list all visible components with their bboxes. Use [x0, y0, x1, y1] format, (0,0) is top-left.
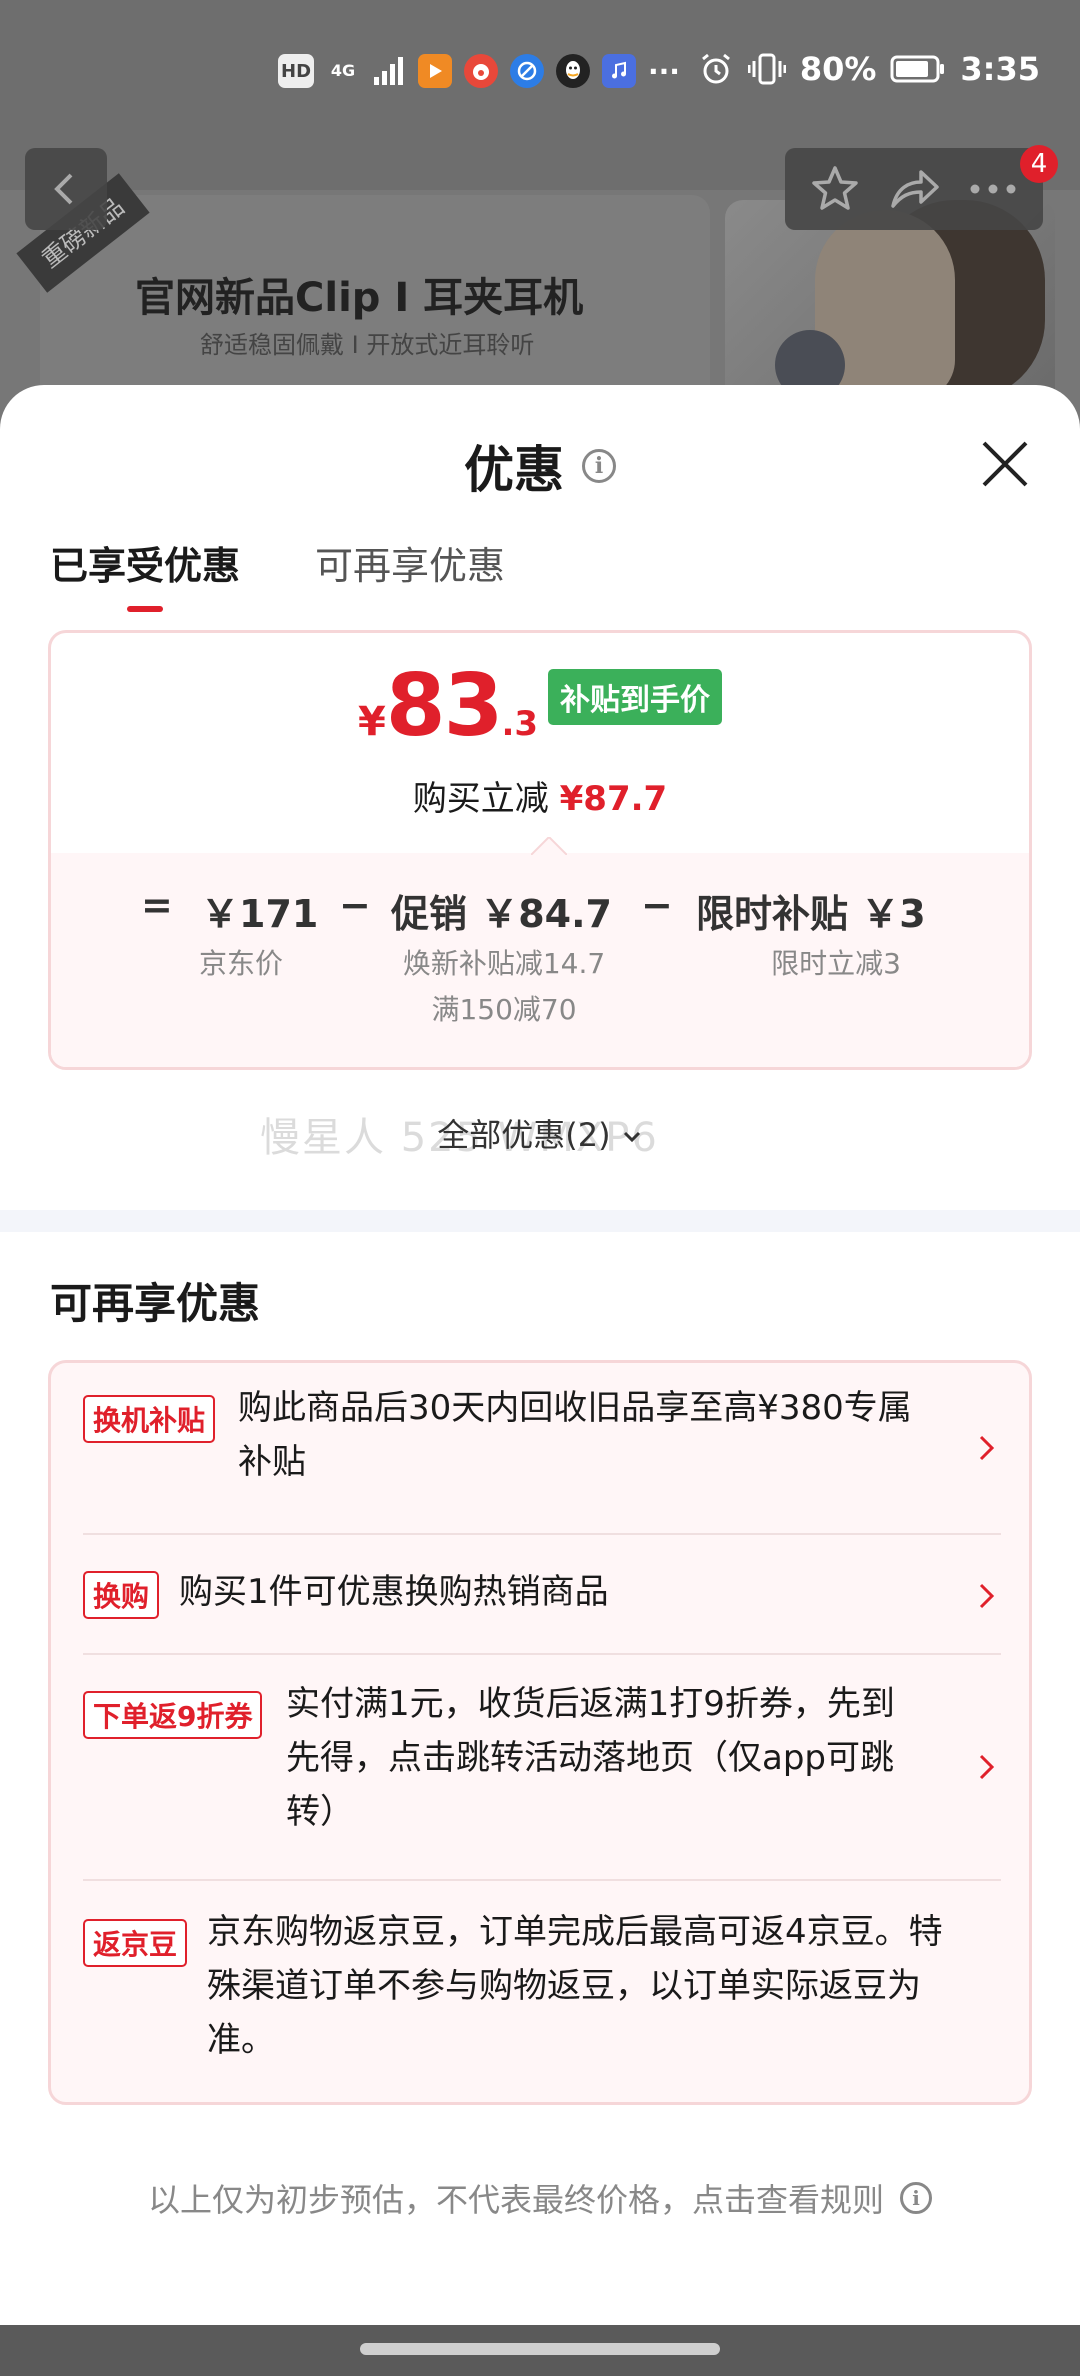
final-price: ¥ 83 .3: [358, 663, 538, 749]
notification-badge: 4: [1020, 145, 1058, 183]
network-indicator: 4G: [326, 54, 360, 88]
share-icon: [891, 170, 939, 208]
status-right-icons: 80% 3:35: [698, 50, 1040, 88]
all-offers-label: 全部优惠(2): [437, 1116, 611, 1154]
offer-tag: 下单返9折券: [83, 1691, 263, 1739]
tab-more-offers[interactable]: 可再享优惠: [315, 535, 505, 612]
offer-text: 实付满1元，收货后返满1打9折券，先到 先得，点击跳转活动落地页（仅app可跳 …: [286, 1677, 946, 1839]
offer-tabs: 已享受优惠 可再享优惠: [50, 535, 505, 612]
all-offers-toggle[interactable]: 全部优惠(2): [0, 1110, 1080, 1156]
price-integer: 83: [385, 656, 504, 756]
back-button[interactable]: [25, 148, 107, 230]
promo-details: 焕新补贴减14.7 满150减70: [369, 941, 639, 1033]
more-offers-heading: 可再享优惠: [50, 1279, 261, 1328]
offer-text-line: 先得，点击跳转活动落地页（仅app可跳: [286, 1738, 894, 1778]
reduction-value: ¥87.7: [559, 779, 668, 819]
banner-product-image: [725, 200, 1055, 410]
music-app-icon: [602, 54, 637, 88]
chevron-right-icon: [979, 1435, 995, 1461]
tab-enjoyed-offers[interactable]: 已享受优惠: [50, 535, 240, 612]
offer-text-line: 转）: [286, 1792, 354, 1832]
equals-sign: =: [141, 883, 173, 927]
qq-app-icon: [556, 54, 591, 88]
chevron-down-icon: [623, 1131, 640, 1143]
more-offers-list: 换机补贴 购此商品后30天内回收旧品享至高¥380专属 补贴 换购 购买1件可优…: [48, 1360, 1032, 2105]
offer-row-exchange[interactable]: 换购 购买1件可优惠换购热销商品: [83, 1535, 1001, 1655]
info-icon[interactable]: i: [582, 449, 616, 483]
price-summary-card: ¥ 83 .3 补贴到手价 购买立减 ¥87.7 = ￥171 京东价 − 促销…: [48, 630, 1032, 1070]
signal-icon: [374, 57, 404, 85]
more-status-icon: ···: [648, 54, 680, 88]
offer-text: 购买1件可优惠换购热销商品: [179, 1565, 919, 1619]
banner-subtitle: 舒适稳固佩戴 I 开放式近耳聆听: [200, 331, 535, 359]
sheet-header: 优惠 i: [0, 430, 1080, 502]
offer-text-line: 准。: [207, 2020, 275, 2060]
offers-sheet: 优惠 i 已享受优惠 可再享优惠 ¥ 83 .3 补贴到手价 购买立减 ¥87.…: [0, 385, 1080, 2325]
instant-reduction: 购买立减 ¥87.7: [51, 771, 1029, 820]
offer-text: 购此商品后30天内回收旧品享至高¥380专属 补贴: [238, 1381, 938, 1489]
offer-text-line: 京东购物返京豆，订单完成后最高可返4京豆。特: [207, 1912, 943, 1952]
clown-app-icon: [464, 54, 499, 88]
promo-detail-subsidy: 焕新补贴减14.7: [402, 947, 606, 980]
offer-row-jingdou: 返京豆 京东购物返京豆，订单完成后最高可返4京豆。特 殊渠道订单不参与购物返豆，…: [83, 1881, 1001, 2101]
system-nav-bar: [0, 2325, 1080, 2376]
price-currency: ¥: [357, 699, 386, 745]
chevron-left-icon: [54, 173, 73, 205]
minus-sign: −: [641, 883, 673, 927]
favorite-button[interactable]: [807, 161, 863, 217]
header-actions: [785, 148, 1043, 230]
offer-row-trade-in[interactable]: 换机补贴 购此商品后30天内回收旧品享至高¥380专属 补贴: [83, 1363, 1001, 1535]
network-label: 4G: [330, 61, 356, 80]
section-divider: [0, 1210, 1080, 1232]
breakdown-caret: [531, 837, 567, 855]
home-indicator[interactable]: [360, 2343, 720, 2355]
limited-subsidy: 限时补贴 ￥3: [696, 892, 926, 936]
offer-text-line: 实付满1元，收货后返满1打9折券，先到: [286, 1684, 895, 1724]
status-bar: HD 4G ··· 80% 3:35: [0, 40, 1080, 110]
offer-tag: 返京豆: [83, 1919, 188, 1967]
vibrate-icon: [747, 53, 786, 85]
promo-amount: 促销 ￥84.7: [391, 892, 612, 936]
jd-price: ￥171: [201, 892, 319, 936]
reduction-label: 购买立减: [412, 779, 549, 819]
more-button[interactable]: [965, 161, 1021, 217]
promo-detail-full-reduction: 满150减70: [431, 993, 577, 1026]
alarm-icon: [701, 53, 730, 84]
more-dots-icon: [970, 184, 1016, 194]
hd-indicator: HD: [278, 54, 315, 88]
offer-text-line: 补贴: [238, 1442, 306, 1482]
final-price-line: ¥ 83 .3 补贴到手价: [51, 663, 1029, 749]
status-left-icons: HD 4G ···: [278, 54, 680, 88]
subsidy-price-tag: 补贴到手价: [548, 669, 723, 725]
final-price-section: ¥ 83 .3 补贴到手价 购买立减 ¥87.7: [51, 633, 1029, 853]
offer-row-coupon-return[interactable]: 下单返9折券 实付满1元，收货后返满1打9折券，先到 先得，点击跳转活动落地页（…: [83, 1655, 1001, 1881]
offer-text: 京东购物返京豆，订单完成后最高可返4京豆。特 殊渠道订单不参与购物返豆，以订单实…: [207, 1905, 1007, 2067]
jd-price-label: 京东价: [198, 947, 283, 980]
chevron-right-icon: [979, 1583, 995, 1609]
banner-title: 官网新品Clip I 耳夹耳机: [135, 275, 584, 321]
offer-tag: 换机补贴: [83, 1395, 216, 1443]
limited-subsidy-detail: 限时立减3: [771, 947, 901, 980]
chevron-right-icon: [979, 1754, 995, 1780]
browser-app-icon: [510, 54, 545, 88]
share-button[interactable]: [886, 161, 942, 217]
price-decimal: .3: [501, 704, 539, 744]
battery-percent: 80%: [799, 50, 877, 88]
close-icon[interactable]: [978, 437, 1032, 491]
video-app-icon: [418, 54, 453, 88]
footer-note-text: 以上仅为初步预估，不代表最终价格，点击查看规则: [147, 2181, 884, 2219]
info-icon: i: [900, 2182, 932, 2214]
offer-tag: 换购: [83, 1571, 160, 1619]
offer-text-line: 购买1件可优惠换购热销商品: [179, 1572, 609, 1612]
sheet-title: 优惠: [464, 441, 564, 499]
clock: 3:35: [960, 50, 1040, 88]
offer-text-line: 殊渠道订单不参与购物返豆，以订单实际返豆为: [207, 1966, 921, 2006]
estimate-rules-link[interactable]: 以上仅为初步预估，不代表最终价格，点击查看规则 i: [0, 2175, 1080, 2221]
star-icon: [811, 166, 858, 210]
offer-text-line: 购此商品后30天内回收旧品享至高¥380专属: [238, 1388, 912, 1428]
minus-sign: −: [339, 883, 371, 927]
battery-icon: [890, 55, 945, 83]
price-breakdown: = ￥171 京东价 − 促销 ￥84.7 焕新补贴减14.7 满150减70 …: [51, 837, 1029, 1067]
